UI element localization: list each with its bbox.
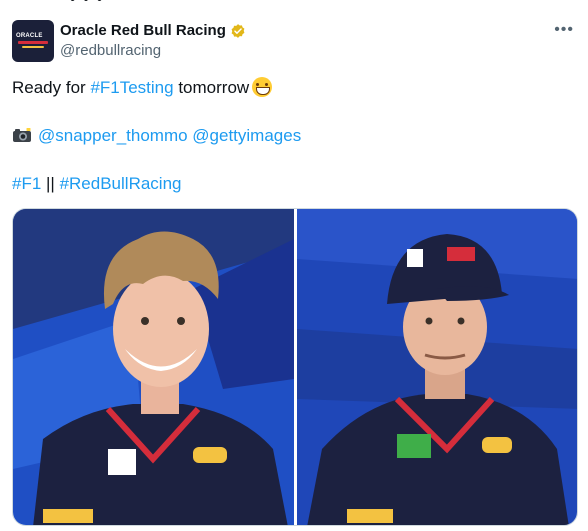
driver-portrait-right[interactable]	[297, 209, 577, 525]
logo-stripe-red	[18, 41, 48, 44]
photo-icon	[13, 209, 294, 525]
display-name[interactable]: Oracle Red Bull Racing	[60, 22, 226, 39]
camera-with-flash-icon	[13, 128, 31, 142]
previous-tweet-fragment: • • •	[70, 0, 130, 3]
text-tomorrow: tomorrow	[173, 78, 250, 97]
author-names: Oracle Red Bull Racing @redbullracing	[60, 22, 246, 59]
separator-text: ||	[41, 174, 60, 193]
tweet-line-2: @snapper_thommo @gettyimages	[12, 124, 572, 148]
photo-icon	[297, 209, 577, 525]
tweet-line-1: Ready for #F1Testing tomorrow	[12, 76, 572, 100]
driver-portrait-left[interactable]	[13, 209, 294, 525]
grinning-face-emoji-icon	[252, 77, 273, 97]
text-ready-for: Ready for	[12, 78, 91, 97]
tweet-line-3: #F1 || #RedBullRacing	[12, 172, 572, 196]
media-grid	[12, 208, 578, 526]
hashtag-redbullracing[interactable]: #RedBullRacing	[60, 174, 182, 193]
mention-gettyimages[interactable]: @gettyimages	[192, 126, 301, 145]
hashtag-f1testing[interactable]: #F1Testing	[90, 78, 173, 97]
red-bull-racing-logo-icon: ORACLE	[16, 33, 43, 39]
user-handle[interactable]: @redbullracing	[60, 42, 246, 59]
tweet-text: Ready for #F1Testing tomorrow @snapper_t…	[12, 76, 572, 196]
hashtag-f1[interactable]: #F1	[12, 174, 41, 193]
verified-badge-icon	[231, 23, 245, 38]
logo-stripe-yellow	[22, 46, 44, 48]
mention-snapper-thommo[interactable]: @snapper_thommo	[38, 126, 188, 145]
tweet-header: ORACLE Oracle Red Bull Racing @redbullra…	[12, 20, 578, 66]
avatar[interactable]: ORACLE	[12, 20, 54, 62]
more-horizontal-icon[interactable]: •••	[554, 22, 574, 38]
display-name-row[interactable]: Oracle Red Bull Racing	[60, 22, 246, 39]
